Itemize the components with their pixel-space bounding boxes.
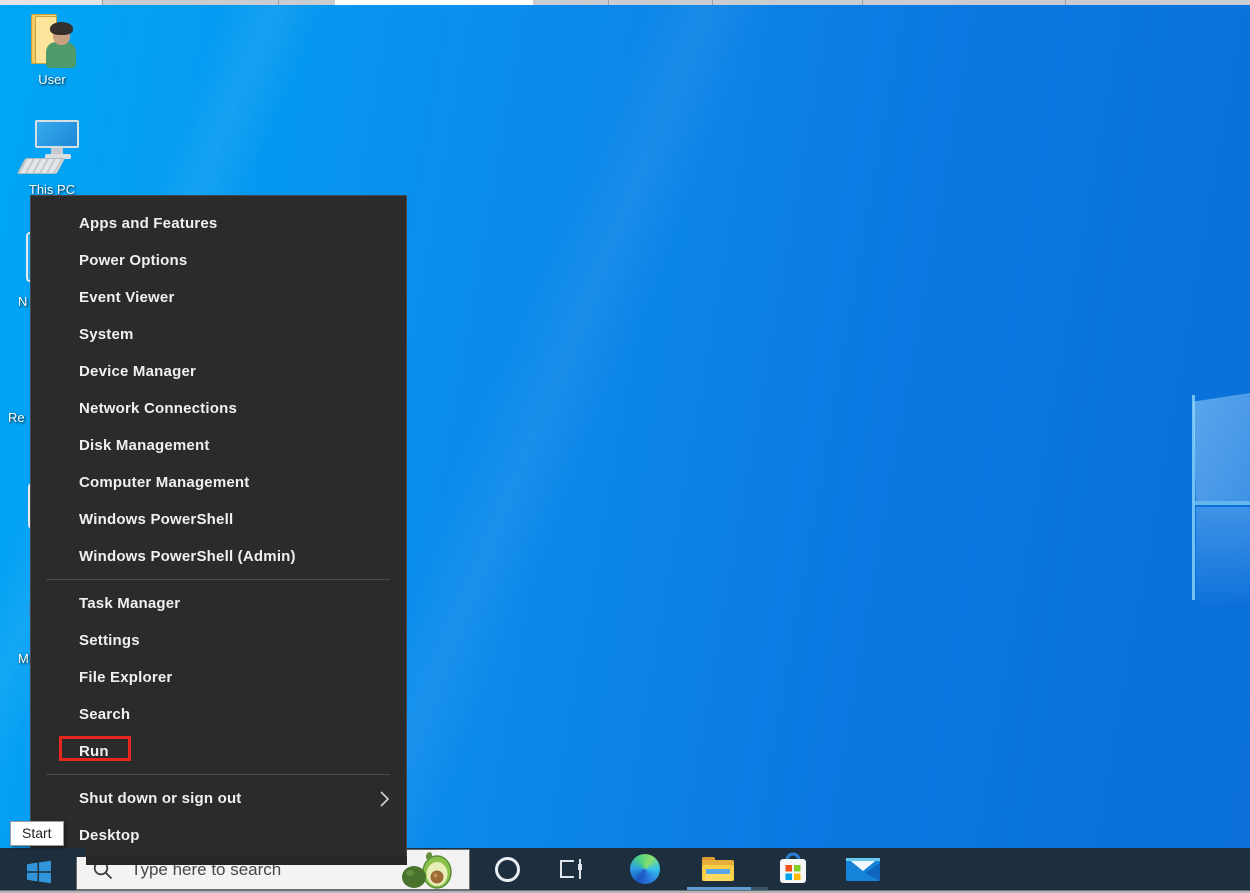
edge-icon	[630, 854, 660, 884]
submenu-chevron-icon	[379, 790, 390, 808]
menu-separator	[46, 774, 390, 775]
taskbar-mail-button[interactable]	[839, 848, 887, 890]
menu-item-apps-and-features[interactable]: Apps and Features	[31, 205, 406, 242]
menu-item-search[interactable]: Search	[31, 696, 406, 733]
menu-item-event-viewer[interactable]: Event Viewer	[31, 279, 406, 316]
browser-tab	[0, 0, 103, 5]
wallpaper-logo-divider	[1195, 501, 1250, 505]
user-folder-icon	[7, 14, 97, 70]
menu-separator	[46, 579, 390, 580]
task-view-icon	[557, 856, 585, 882]
taskbar-file-explorer-button[interactable]	[694, 848, 742, 890]
browser-tab-active	[335, 0, 533, 5]
search-highlight-avocado-icon[interactable]	[399, 850, 455, 890]
desktop-icon-user[interactable]: User	[7, 14, 97, 87]
taskbar-edge-button[interactable]	[621, 848, 669, 890]
cortana-icon	[495, 857, 520, 882]
desktop-icon-label: User	[7, 72, 97, 87]
mail-icon	[845, 854, 881, 884]
menu-item-run[interactable]: Run	[31, 733, 406, 770]
browser-tab-strip	[0, 0, 1250, 5]
menu-item-windows-powershell[interactable]: Windows PowerShell	[31, 501, 406, 538]
start-tooltip: Start	[10, 821, 64, 846]
windows-desktop: User This PC N Re M	[0, 0, 1250, 893]
start-button[interactable]	[17, 855, 61, 889]
winx-context-menu: Apps and Features Power Options Event Vi…	[30, 195, 407, 857]
menu-item-device-manager[interactable]: Device Manager	[31, 353, 406, 390]
menu-item-settings[interactable]: Settings	[31, 622, 406, 659]
wallpaper-logo-divider	[1192, 395, 1195, 600]
menu-item-disk-management[interactable]: Disk Management	[31, 427, 406, 464]
menu-item-windows-powershell-admin[interactable]: Windows PowerShell (Admin)	[31, 538, 406, 575]
taskbar-cortana-button[interactable]	[483, 848, 531, 890]
wallpaper-window-logo-pane	[1193, 393, 1250, 501]
this-pc-icon	[7, 118, 97, 180]
taskbar-store-button[interactable]	[769, 848, 817, 890]
wallpaper-window-logo-pane	[1196, 507, 1250, 603]
start-icon	[26, 859, 52, 885]
store-icon	[777, 851, 809, 887]
menu-item-system[interactable]: System	[31, 316, 406, 353]
file-explorer-icon	[700, 854, 736, 884]
menu-item-shut-down-or-sign-out[interactable]: Shut down or sign out	[31, 780, 406, 817]
taskbar-edge-patch	[30, 848, 85, 857]
menu-item-desktop[interactable]: Desktop	[31, 817, 406, 854]
start-tooltip-text: Start	[22, 825, 52, 841]
menu-item-network-connections[interactable]: Network Connections	[31, 390, 406, 427]
taskbar-task-view-button[interactable]	[547, 848, 595, 890]
desktop-icon-this-pc[interactable]: This PC	[7, 118, 97, 197]
menu-item-task-manager[interactable]: Task Manager	[31, 585, 406, 622]
menu-item-computer-management[interactable]: Computer Management	[31, 464, 406, 501]
menu-item-power-options[interactable]: Power Options	[31, 242, 406, 279]
menu-item-file-explorer[interactable]: File Explorer	[31, 659, 406, 696]
